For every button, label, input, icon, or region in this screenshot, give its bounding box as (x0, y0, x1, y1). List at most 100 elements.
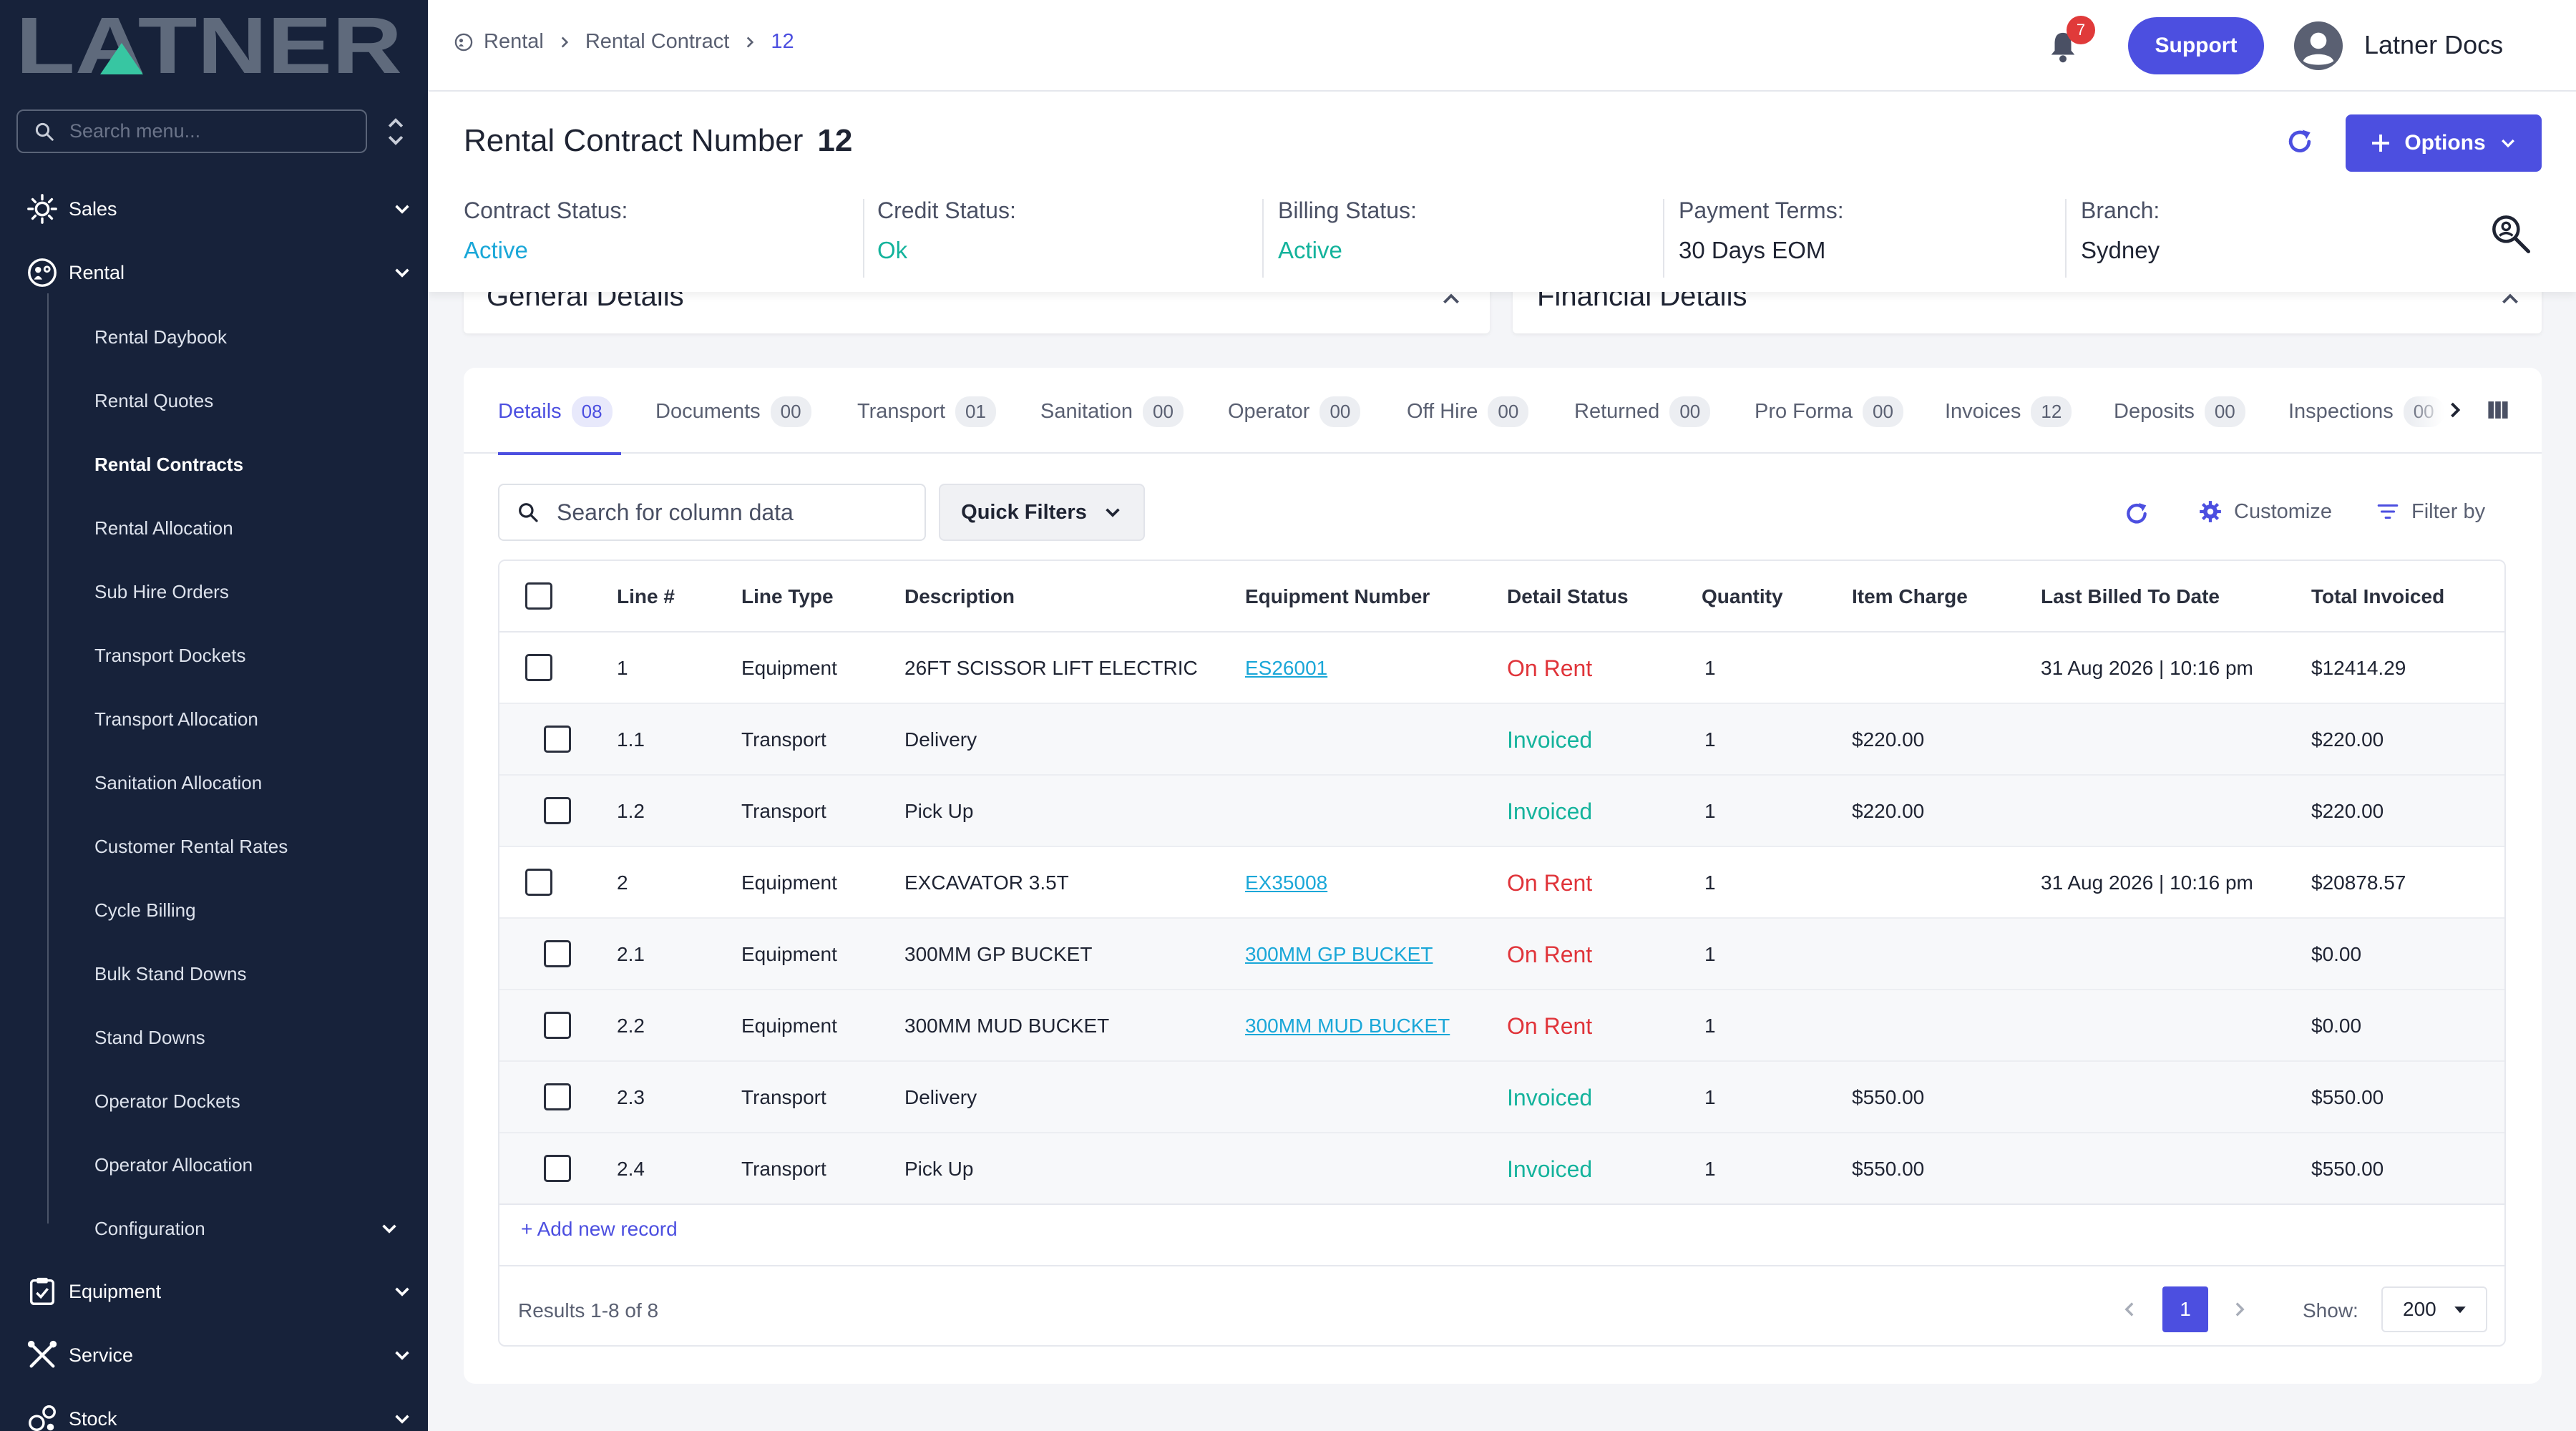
cell-total: $0.00 (2311, 943, 2362, 965)
cell-line: 2.3 (617, 1086, 645, 1108)
tab-returned[interactable]: Returned 00 (1574, 396, 1711, 427)
page-size-select[interactable]: 200 (2381, 1286, 2487, 1332)
tab-operator[interactable]: Operator 00 (1228, 396, 1361, 427)
collapse-sidebar-icon[interactable] (385, 116, 406, 147)
table-row[interactable]: 2.3 Transport Delivery Invoiced 1 $550.0… (499, 1062, 2504, 1133)
column-search-input[interactable]: Search for column data (498, 484, 926, 541)
cell-line: 2 (617, 871, 628, 894)
add-new-record-link[interactable]: + Add new record (521, 1218, 678, 1241)
row-checkbox[interactable] (544, 1155, 571, 1182)
refresh-icon[interactable] (2284, 126, 2316, 157)
equipment-link[interactable]: 300MM MUD BUCKET (1245, 1015, 1450, 1037)
column-header-item-charge[interactable]: Item Charge (1852, 585, 1968, 608)
sidebar-item-rental[interactable]: Rental (26, 251, 412, 294)
tab-label: Transport (857, 400, 946, 423)
tab-off-hire[interactable]: Off Hire 00 (1407, 396, 1529, 427)
cell-type: Transport (741, 1086, 826, 1108)
quick-filters-button[interactable]: Quick Filters (939, 484, 1145, 541)
column-header-detail-status[interactable]: Detail Status (1507, 585, 1629, 608)
table-row[interactable]: 2.4 Transport Pick Up Invoiced 1 $550.00… (499, 1133, 2504, 1205)
table-row[interactable]: 2.1 Equipment 300MM GP BUCKET 300MM GP B… (499, 919, 2504, 990)
tab-count: 08 (571, 396, 613, 427)
tab-documents[interactable]: Documents 00 (655, 396, 811, 427)
sidebar-item-stand-downs[interactable]: Stand Downs (94, 1020, 205, 1055)
menu-search-input[interactable]: Search menu... (16, 109, 367, 153)
sidebar-item-sales[interactable]: Sales (26, 187, 412, 230)
column-header-last-billed[interactable]: Last Billed To Date (2041, 585, 2220, 608)
sidebar-item-equipment[interactable]: Equipment (26, 1270, 412, 1313)
table-row[interactable]: 2.2 Equipment 300MM MUD BUCKET 300MM MUD… (499, 990, 2504, 1062)
tab-transport[interactable]: Transport 01 (857, 396, 996, 427)
sidebar-item-sub-hire-orders[interactable]: Sub Hire Orders (94, 574, 229, 610)
cell-last-billed: 31 Aug 2026 | 10:16 pm (2041, 657, 2253, 679)
equipment-link[interactable]: EX35008 (1245, 871, 1327, 894)
equipment-link[interactable]: ES26001 (1245, 657, 1327, 680)
equipment-link[interactable]: 300MM GP BUCKET (1245, 943, 1433, 966)
row-checkbox[interactable] (525, 869, 552, 896)
customize-button[interactable]: Customize (2198, 499, 2332, 524)
tree-line (47, 293, 49, 1224)
detail-panel: Details 08 Documents 00 Transport 01 Sanita… (464, 368, 2542, 1384)
tab-pro-forma[interactable]: Pro Forma 00 (1755, 396, 1903, 427)
stock-icon (29, 1405, 56, 1431)
table-row[interactable]: 1.1 Transport Delivery Invoiced 1 $220.0… (499, 704, 2504, 776)
chevron-left-icon[interactable] (2119, 1299, 2140, 1319)
user-avatar-icon[interactable] (2294, 21, 2343, 70)
cell-type: Equipment (741, 657, 837, 679)
table-row[interactable]: 2 Equipment EXCAVATOR 3.5T EX35008 On Re… (499, 847, 2504, 919)
sidebar-item-transport-allocation[interactable]: Transport Allocation (94, 701, 258, 737)
breadcrumb-rental-contract[interactable]: Rental Contract (585, 30, 730, 54)
sidebar-item-operator-dockets[interactable]: Operator Dockets (94, 1083, 240, 1119)
support-button[interactable]: Support (2128, 17, 2264, 74)
row-checkbox[interactable] (544, 797, 571, 824)
cell-total: $220.00 (2311, 728, 2384, 751)
sidebar-item-rental-allocation[interactable]: Rental Allocation (94, 510, 233, 546)
row-checkbox[interactable] (544, 1083, 571, 1110)
column-header-line[interactable]: Line # (617, 585, 675, 608)
sidebar-item-customer-rental-rates[interactable]: Customer Rental Rates (94, 829, 288, 864)
sidebar-item-cycle-billing[interactable]: Cycle Billing (94, 892, 196, 928)
sidebar-item-rental-quotes[interactable]: Rental Quotes (94, 383, 213, 419)
column-header-quantity[interactable]: Quantity (1702, 585, 1783, 608)
sidebar-item-rental-daybook[interactable]: Rental Daybook (94, 319, 227, 355)
sidebar-item-bulk-stand-downs[interactable]: Bulk Stand Downs (94, 956, 246, 992)
credit-status: Credit Status: Ok (877, 197, 1016, 264)
tab-deposits[interactable]: Deposits 00 (2114, 396, 2245, 427)
sidebar-item-configuration[interactable]: Configuration (94, 1211, 399, 1246)
row-checkbox[interactable] (544, 726, 571, 753)
chevron-right-icon[interactable] (2230, 1299, 2250, 1319)
cell-total: $220.00 (2311, 800, 2384, 822)
quick-filters-label: Quick Filters (961, 500, 1087, 524)
sidebar-item-operator-allocation[interactable]: Operator Allocation (94, 1147, 253, 1183)
columns-icon[interactable] (2486, 398, 2510, 422)
row-checkbox[interactable] (525, 654, 552, 681)
column-header-total-invoiced[interactable]: Total Invoiced (2311, 585, 2444, 608)
sidebar-item-rental-contracts[interactable]: Rental Contracts (94, 446, 243, 482)
table-row[interactable]: 1 Equipment 26FT SCISSOR LIFT ELECTRIC E… (499, 633, 2504, 704)
select-all-checkbox[interactable] (525, 582, 552, 610)
column-header-line-type[interactable]: Line Type (741, 585, 834, 608)
tab-details[interactable]: Details 08 (498, 396, 613, 427)
chevron-right-icon[interactable] (2444, 399, 2466, 421)
breadcrumb-rental[interactable]: Rental (484, 30, 544, 54)
sidebar-item-transport-dockets[interactable]: Transport Dockets (94, 638, 245, 673)
refresh-icon[interactable] (2122, 499, 2151, 528)
options-button[interactable]: Options (2346, 114, 2542, 172)
branch-label: Branch: (2081, 197, 2160, 223)
page-button-current[interactable]: 1 (2162, 1286, 2208, 1332)
user-name[interactable]: Latner Docs (2364, 30, 2503, 60)
sidebar-item-sanitation-allocation[interactable]: Sanitation Allocation (94, 765, 262, 801)
column-header-equipment-number[interactable]: Equipment Number (1245, 585, 1430, 608)
sidebar-item-service[interactable]: Service (26, 1334, 412, 1377)
top-bar: Rental Rental Contract 12 7 Support Latn… (428, 0, 2576, 92)
filter-by-button[interactable]: Filter by (2376, 499, 2485, 524)
column-header-description[interactable]: Description (904, 585, 1015, 608)
search-user-icon[interactable] (2486, 209, 2534, 258)
tab-invoices[interactable]: Invoices 12 (1945, 396, 2072, 427)
row-checkbox[interactable] (544, 940, 571, 967)
tab-sanitation[interactable]: Sanitation 00 (1040, 396, 1184, 427)
row-checkbox[interactable] (544, 1012, 571, 1039)
cell-description: 300MM GP BUCKET (904, 943, 1093, 965)
sidebar-item-stock[interactable]: Stock (26, 1397, 412, 1431)
table-row[interactable]: 1.2 Transport Pick Up Invoiced 1 $220.00… (499, 776, 2504, 847)
